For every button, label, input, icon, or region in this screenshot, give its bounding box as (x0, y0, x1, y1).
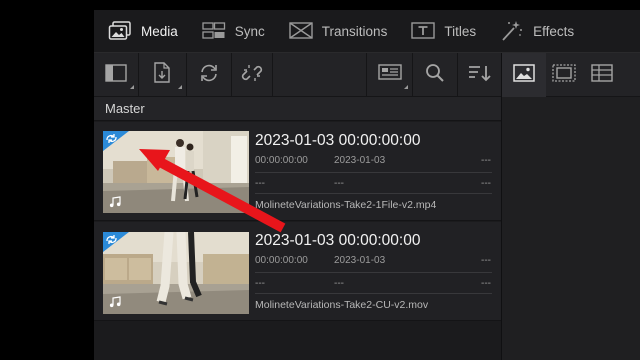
sort-button[interactable] (458, 53, 501, 97)
clip-thumbnail[interactable] (103, 232, 249, 314)
filmstrip-view-button[interactable] (546, 53, 582, 97)
metadata-panel (502, 97, 640, 360)
clip-start-timecode: 00:00:00:00 (255, 255, 308, 266)
clip-date: 2023-01-03 (334, 255, 386, 266)
clip-start-timecode: 00:00:00:00 (255, 155, 308, 166)
unlink-button[interactable] (232, 53, 272, 97)
thumbnail-view-icon (513, 63, 535, 87)
effects-icon (500, 20, 524, 42)
import-icon (153, 61, 173, 89)
view-mode-icon (377, 63, 402, 87)
list-view-button[interactable] (582, 53, 622, 97)
transitions-icon (289, 20, 313, 42)
sync-icon (202, 20, 226, 42)
tab-media-label: Media (141, 23, 178, 39)
tab-titles[interactable]: Titles (397, 10, 486, 52)
linked-clip-icon (103, 232, 129, 252)
clip-field-empty: --- (481, 278, 491, 289)
clip-field-empty: --- (481, 178, 491, 189)
top-tab-bar: Media Sync Transitions Titles Effects (94, 10, 640, 53)
search-button[interactable] (413, 53, 457, 97)
audio-note-icon (109, 196, 121, 208)
clip-date: 2023-01-03 (334, 155, 386, 166)
clip-filename: MolineteVariations-Take2-1File-v2.mp4 (255, 199, 437, 211)
tab-sync[interactable]: Sync (188, 10, 275, 52)
unlink-icon (241, 62, 263, 89)
bin-name: Master (105, 101, 145, 116)
tab-titles-label: Titles (444, 23, 477, 39)
tab-effects[interactable]: Effects (486, 10, 584, 52)
panel-toggle-icon (105, 63, 127, 87)
clip-field-empty: --- (334, 178, 344, 189)
clip-field-empty: --- (481, 155, 491, 166)
clip-filename: MolineteVariations-Take2-CU-v2.mov (255, 299, 429, 311)
tab-media[interactable]: Media (94, 10, 188, 52)
tab-transitions-label: Transitions (321, 23, 388, 39)
clip-title: 2023-01-03 00:00:00:00 (255, 132, 421, 149)
relink-button[interactable] (187, 53, 231, 97)
filmstrip-view-icon (552, 63, 576, 87)
audio-note-icon (109, 296, 121, 308)
import-button[interactable] (139, 53, 186, 97)
thumbnail-view-button[interactable] (502, 53, 546, 97)
clip-item[interactable]: 2023-01-03 00:00:00:00 00:00:00:00 2023-… (94, 122, 501, 221)
sort-icon (468, 64, 492, 87)
bin-clip-list: Master 2023-01-03 00:00:00:00 00:00:00:0… (94, 97, 501, 360)
media-icon (108, 20, 132, 42)
media-pool-toolbar (94, 53, 640, 97)
tab-effects-label: Effects (533, 23, 575, 39)
relink-icon (198, 63, 220, 88)
bin-header[interactable]: Master (94, 97, 501, 121)
search-icon (425, 63, 445, 88)
clip-item[interactable]: 2023-01-03 00:00:00:00 00:00:00:00 2023-… (94, 222, 501, 321)
clip-field-empty: --- (255, 278, 265, 289)
panel-toggle-button[interactable] (94, 53, 138, 97)
clip-title: 2023-01-03 00:00:00:00 (255, 232, 421, 249)
view-mode-button[interactable] (367, 53, 412, 97)
tab-transitions[interactable]: Transitions (275, 10, 398, 52)
list-view-icon (591, 63, 613, 87)
media-pool-window: Media Sync Transitions Titles Effects Ma… (94, 10, 640, 360)
titles-icon (411, 20, 436, 42)
clip-field-empty: --- (481, 255, 491, 266)
clip-field-empty: --- (334, 278, 344, 289)
clip-thumbnail[interactable] (103, 131, 249, 213)
tab-sync-label: Sync (234, 23, 265, 39)
linked-clip-icon (103, 131, 129, 151)
clip-field-empty: --- (255, 178, 265, 189)
